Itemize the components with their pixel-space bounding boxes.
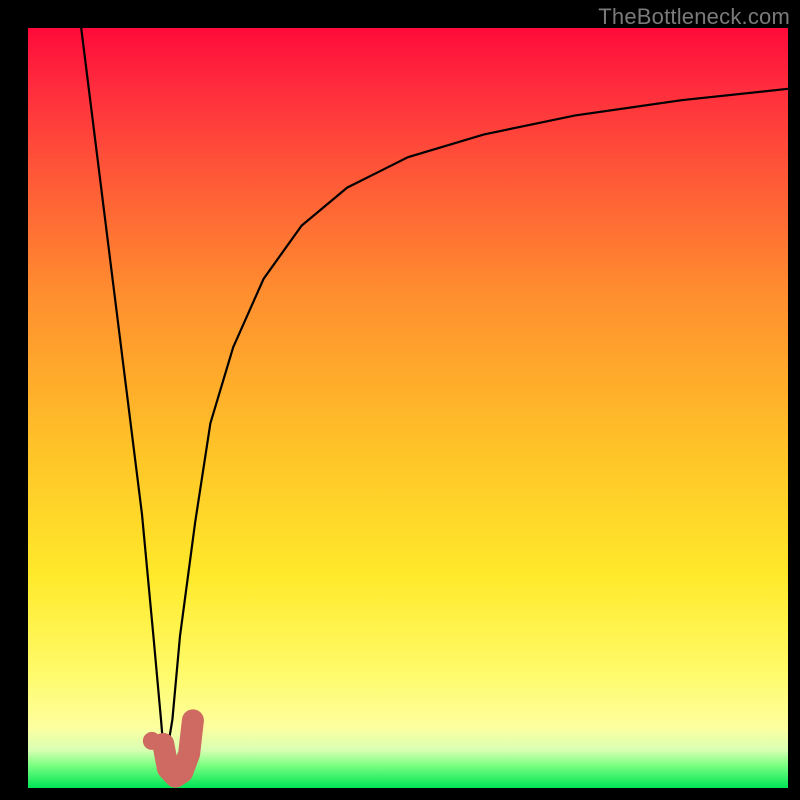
curve-right-branch bbox=[165, 89, 788, 765]
plot-area bbox=[28, 28, 788, 788]
watermark-text: TheBottleneck.com bbox=[598, 4, 790, 30]
optimum-marker-hook bbox=[163, 720, 193, 776]
curve-left-branch bbox=[81, 28, 165, 765]
chart-frame: TheBottleneck.com bbox=[0, 0, 800, 800]
optimum-marker-dot bbox=[143, 732, 161, 750]
chart-canvas bbox=[28, 28, 788, 788]
